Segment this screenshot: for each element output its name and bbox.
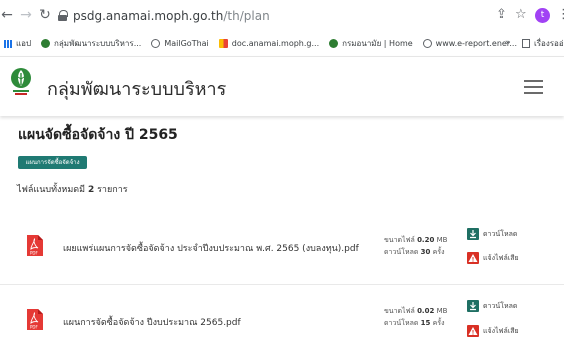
reload-icon[interactable]: ↻	[38, 0, 52, 31]
download-count-unit: ครั้ง	[432, 248, 445, 256]
report-label: แจ้งไฟล์เสีย	[483, 253, 519, 262]
download-icon	[467, 300, 479, 312]
bookmark-label: doc.anamai.moph.g...	[231, 39, 320, 48]
pdf-file-icon: PDF	[27, 309, 43, 330]
browser-toolbar: ← → ↻ psdg.anamai.moph.go.th/th/plan ⇪ ☆…	[0, 0, 564, 31]
file-count-prefix: ไฟล์แนบทั้งหมดมี	[17, 185, 86, 195]
bookmark-e-report[interactable]: www.e-report.ener...	[422, 39, 517, 48]
department-logo-icon[interactable]	[10, 67, 32, 97]
file-count-suffix: รายการ	[97, 185, 128, 195]
url-path: /th/plan	[223, 8, 270, 23]
download-button[interactable]: ดาวน์โหลด	[467, 228, 517, 240]
site-icon	[329, 39, 339, 48]
download-count-unit: ครั้ง	[432, 319, 445, 327]
file-count-text: ไฟล์แนบทั้งหมดมี 2 รายการ	[17, 182, 128, 196]
site-header: กลุ่มพัฒนาระบบบริหาร	[0, 56, 564, 116]
file-meta: ขนาดไฟล์ 0.20 MB ดาวน์โหลด 30 ครั้ง	[384, 234, 447, 258]
svg-text:PDF: PDF	[30, 325, 38, 330]
bookmark-label: แอป	[16, 39, 32, 48]
file-size-unit: MB	[436, 236, 448, 244]
address-bar[interactable]: psdg.anamai.moph.go.th/th/plan	[58, 5, 530, 26]
bookmark-label: กรมอนามัย | Home	[342, 39, 413, 48]
warning-icon	[467, 325, 479, 337]
file-size-value: 0.20	[417, 236, 435, 244]
bookmark-star-icon[interactable]: ☆	[515, 8, 527, 22]
bookmarks-more-button[interactable]: »	[505, 38, 511, 48]
bookmarks-bar: แอป กลุ่มพัฒนาระบบบริหาร... MailGoThai d…	[0, 31, 564, 56]
download-count-value: 30	[420, 248, 431, 256]
apps-grid-icon	[4, 39, 12, 48]
pdf-file-icon: PDF	[27, 235, 43, 256]
download-button[interactable]: ดาวน์โหลด	[467, 300, 517, 312]
url-text[interactable]: psdg.anamai.moph.go.th/th/plan	[73, 9, 270, 23]
bookmark-anamai-home[interactable]: กรมอนามัย | Home	[329, 37, 413, 50]
bookmark-doc-anamai[interactable]: doc.anamai.moph.g...	[218, 39, 320, 48]
menu-kebab-icon[interactable]: ⋮	[557, 8, 564, 22]
file-row: PDF แผนการจัดซื้อจัดจ้าง ปีงบประมาณ 2565…	[0, 284, 564, 342]
share-icon[interactable]: ⇪	[496, 8, 507, 22]
bookmark-label: MailGoThai	[164, 39, 209, 48]
globe-icon	[151, 39, 161, 48]
download-label: ดาวน์โหลด	[483, 301, 518, 310]
download-count-label: ดาวน์โหลด	[384, 319, 419, 327]
back-arrow-icon[interactable]: ←	[0, 0, 14, 31]
globe-icon	[422, 39, 432, 48]
reading-list-icon	[522, 39, 530, 48]
download-icon	[467, 228, 479, 240]
url-domain: psdg.anamai.moph.go.th	[73, 8, 224, 23]
reading-list-label: เรื่องรออ่าน	[534, 39, 564, 48]
category-tag-button[interactable]: แผนการจัดซื้อจัดจ้าง	[18, 156, 87, 169]
download-count-value: 15	[420, 319, 431, 327]
download-label: ดาวน์โหลด	[483, 229, 518, 238]
bookmark-apps[interactable]: แอป	[4, 37, 31, 50]
bookmark-psdg[interactable]: กลุ่มพัฒนาระบบบริหาร...	[41, 37, 141, 50]
file-size-unit: MB	[436, 307, 448, 315]
page-title: แผนจัดซื้อจัดจ้าง ปี 2565	[18, 127, 178, 143]
bookmark-label: กลุ่มพัฒนาระบบบริหาร...	[54, 39, 142, 48]
file-name-link[interactable]: เผยแพร่แผนการจัดซื้อจัดจ้าง ประจำปีงบประ…	[63, 241, 359, 255]
site-icon	[41, 39, 51, 48]
profile-avatar[interactable]: t	[535, 8, 550, 23]
lock-icon	[58, 10, 68, 21]
bookmark-mailgothai[interactable]: MailGoThai	[151, 39, 209, 48]
file-size-value: 0.02	[417, 307, 435, 315]
file-row: PDF เผยแพร่แผนการจัดซื้อจัดจ้าง ประจำปีง…	[0, 218, 564, 282]
download-count-label: ดาวน์โหลด	[384, 248, 419, 256]
hamburger-menu-icon[interactable]	[524, 80, 543, 94]
file-size-label: ขนาดไฟล์	[384, 236, 415, 244]
file-size-label: ขนาดไฟล์	[384, 307, 415, 315]
colorful-icon	[218, 39, 228, 48]
reading-list-button[interactable]: เรื่องรออ่าน	[522, 37, 564, 50]
svg-text:PDF: PDF	[30, 251, 38, 256]
report-broken-file-button[interactable]: แจ้งไฟล์เสีย	[467, 325, 519, 337]
site-title[interactable]: กลุ่มพัฒนาระบบบริหาร	[47, 74, 226, 103]
warning-icon	[467, 252, 479, 264]
file-count-number: 2	[87, 185, 95, 195]
file-name-link[interactable]: แผนการจัดซื้อจัดจ้าง ปีงบประมาณ 2565.pdf	[63, 315, 241, 329]
report-broken-file-button[interactable]: แจ้งไฟล์เสีย	[467, 252, 519, 264]
file-meta: ขนาดไฟล์ 0.02 MB ดาวน์โหลด 15 ครั้ง	[384, 305, 447, 329]
forward-arrow-icon[interactable]: →	[19, 0, 33, 31]
report-label: แจ้งไฟล์เสีย	[483, 326, 519, 335]
